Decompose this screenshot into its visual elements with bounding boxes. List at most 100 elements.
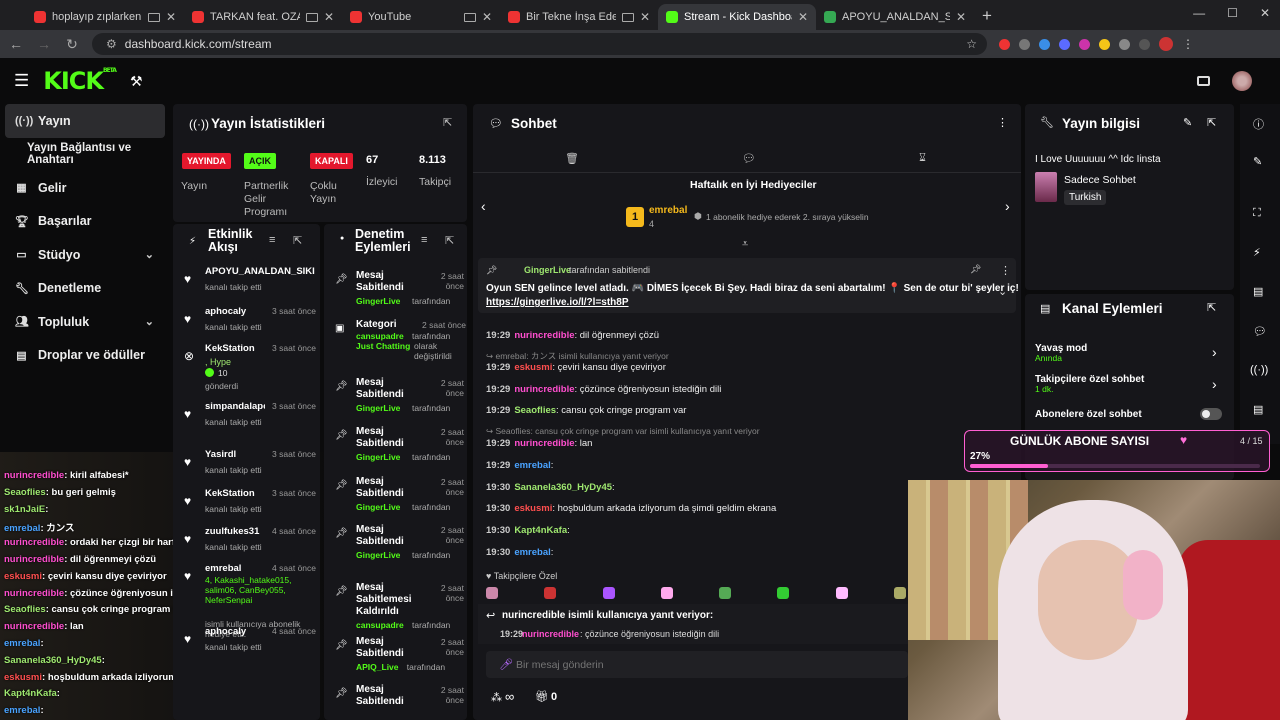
extension-icon[interactable] <box>1099 38 1110 50</box>
pip-icon[interactable] <box>147 12 160 22</box>
collapse-icon[interactable]: ⩡ <box>742 238 748 251</box>
activity-user[interactable]: APOYU_ANALDAN_SIKI <box>205 266 315 277</box>
back-icon[interactable]: ← <box>8 36 24 52</box>
activity-user[interactable]: aphocaly <box>205 306 265 317</box>
hamburger-menu-icon[interactable]: ☰ <box>14 71 29 91</box>
moderation-user[interactable]: GingerLive <box>356 452 400 462</box>
hammer-icon[interactable]: ⚒ <box>130 73 143 90</box>
popout-icon[interactable]: ⇱ <box>1207 116 1216 129</box>
reload-icon[interactable]: ↻ <box>64 36 80 53</box>
close-tab-icon[interactable]: ✕ <box>956 10 966 24</box>
subs-only-toggle[interactable] <box>1200 408 1222 420</box>
activity-user[interactable]: emrebal <box>205 563 265 574</box>
media-control-icon[interactable] <box>1139 38 1150 50</box>
activity-user[interactable]: KekStation <box>205 488 265 499</box>
broadcast-rail-icon[interactable]: ((·)) <box>1250 364 1268 376</box>
extensions-puzzle-icon[interactable] <box>1119 38 1130 50</box>
gift-sub-icon[interactable]: 🎁︎ <box>535 690 549 703</box>
close-window-icon[interactable]: ✕ <box>1260 6 1270 20</box>
emote[interactable] <box>893 587 906 599</box>
emote[interactable] <box>835 587 848 599</box>
minimize-icon[interactable]: — <box>1193 6 1205 20</box>
filter-icon[interactable]: ≡ <box>269 234 275 246</box>
popout-icon[interactable]: ⇱ <box>293 234 302 247</box>
notes-rail-icon[interactable]: ▤ <box>1253 285 1263 298</box>
chat-input[interactable] <box>516 656 896 674</box>
forward-icon[interactable]: → <box>36 36 52 52</box>
close-tab-icon[interactable]: ✕ <box>166 10 176 24</box>
chat-username[interactable]: emrebal <box>514 547 550 558</box>
sidebar-item-studyo[interactable]: ▭ Stüdyo ⌄ <box>0 238 172 272</box>
close-tab-icon[interactable]: ✕ <box>798 10 808 24</box>
focus-icon[interactable]: ⛶ <box>1253 207 1261 220</box>
extension-icon[interactable] <box>1079 38 1090 50</box>
pip-icon[interactable] <box>305 12 318 22</box>
extension-icon[interactable] <box>1019 38 1030 50</box>
pin-menu-icon[interactable]: ⋮ <box>1000 264 1011 277</box>
emote[interactable] <box>719 587 732 599</box>
followers-only-chevron-icon[interactable]: › <box>1212 376 1217 392</box>
browser-tab-4[interactable]: Bir Tekne İnşa Edene Kadar Bir✕ <box>500 4 658 30</box>
activity-user[interactable]: Yasirdl <box>205 449 265 460</box>
prev-arrow-icon[interactable]: ‹ <box>481 198 486 214</box>
chat-username[interactable]: emrebal <box>514 460 550 471</box>
next-arrow-icon[interactable]: › <box>1005 198 1010 214</box>
sidebar-item-droplar[interactable]: ▤ Droplar ve ödüller <box>0 339 172 373</box>
emote[interactable] <box>544 587 557 599</box>
pip-icon[interactable] <box>621 12 634 22</box>
browser-tab-5[interactable]: Stream - Kick Dashboard✕ <box>658 4 816 30</box>
sidebar-item-topluluk[interactable]: 👥︎ Topluluk ⌄ <box>0 305 172 339</box>
kick-logo[interactable]: KICKBETA <box>43 67 117 95</box>
browser-menu-icon[interactable]: ⋮ <box>1182 37 1194 51</box>
moderation-user[interactable]: APIQ_Live <box>356 662 399 672</box>
close-tab-icon[interactable]: ✕ <box>640 10 650 24</box>
pip-icon[interactable] <box>463 12 476 22</box>
chat-username[interactable]: nurincredible <box>514 384 574 395</box>
activity-user[interactable]: zuulfukes31 <box>205 526 265 537</box>
chat-username[interactable]: Kapt4nKafa <box>514 525 567 536</box>
new-tab-button[interactable]: + <box>974 4 1000 30</box>
chat-settings-icon[interactable]: 💬︎ <box>742 152 756 165</box>
chat-username[interactable]: nurincredible <box>514 438 574 449</box>
channel-rail-icon[interactable]: ▤ <box>1253 403 1263 416</box>
chat-username[interactable]: eskusmi <box>514 362 552 373</box>
info-icon[interactable]: ⓘ <box>1253 116 1264 132</box>
sidebar-item-basarilar[interactable]: 🏆︎ Başarılar <box>0 205 172 239</box>
moderation-user[interactable]: GingerLive <box>356 550 400 560</box>
mic-icon[interactable]: 🎤︎ <box>499 658 513 671</box>
tag-chip[interactable]: Turkish <box>1064 190 1107 205</box>
bookmark-star-icon[interactable]: ☆ <box>966 37 977 51</box>
popout-icon[interactable]: ⇱ <box>443 116 452 129</box>
hourglass-icon[interactable]: ⌛︎ <box>919 152 926 165</box>
edit-pencil-icon[interactable]: ✎ <box>1183 116 1192 129</box>
points-icon[interactable]: ⁂ <box>491 691 502 704</box>
chat-menu-icon[interactable]: ⋮ <box>997 116 1008 129</box>
unpin-icon[interactable]: 📌︎ <box>970 264 981 275</box>
popout-icon[interactable]: ⇱ <box>445 234 454 247</box>
sidebar-item-gelir[interactable]: ▦ Gelir <box>0 171 172 205</box>
lightning-rail-icon[interactable]: ⚡︎ <box>1253 246 1261 259</box>
moderation-user[interactable]: GingerLive <box>356 296 400 306</box>
activity-user[interactable]: KekStation <box>205 343 265 354</box>
moderation-user[interactable]: GingerLive <box>356 403 400 413</box>
emote[interactable] <box>660 587 673 599</box>
moderation-user[interactable]: GingerLive <box>356 502 400 512</box>
user-avatar[interactable] <box>1232 71 1252 91</box>
filter-icon[interactable]: ≡ <box>421 234 427 246</box>
emote[interactable] <box>486 587 498 599</box>
pinned-link[interactable]: https://gingerlive.io/l/?l=sth8P <box>486 297 629 308</box>
browser-tab-6[interactable]: APOYU_ANALDAN_SIKEN Strea✕ <box>816 4 974 30</box>
chat-username[interactable]: eskusmi <box>514 503 552 514</box>
sidebar-item-denetleme[interactable]: 🔧︎ Denetleme <box>0 272 172 306</box>
category-name[interactable]: Sadece Sohbet <box>1064 174 1136 186</box>
activity-user[interactable]: aphocaly <box>205 626 265 637</box>
sidebar-item-yayin[interactable]: ((·)) Yayın <box>5 104 165 138</box>
extension-icon[interactable] <box>1039 38 1050 50</box>
slow-mode-chevron-icon[interactable]: › <box>1212 344 1217 360</box>
trash-icon[interactable]: 🗑︎ <box>565 152 579 165</box>
browser-tab-2[interactable]: TARKAN feat. OZAN ÇOLAK✕ <box>184 4 342 30</box>
browser-tab-1[interactable]: hoplayıp zıplarken dinlenile✕ <box>26 4 184 30</box>
emote[interactable] <box>777 587 790 599</box>
chat-username[interactable]: Sananela360_HyDy45 <box>514 482 612 493</box>
chat-username[interactable]: Seaoflies <box>514 405 556 416</box>
